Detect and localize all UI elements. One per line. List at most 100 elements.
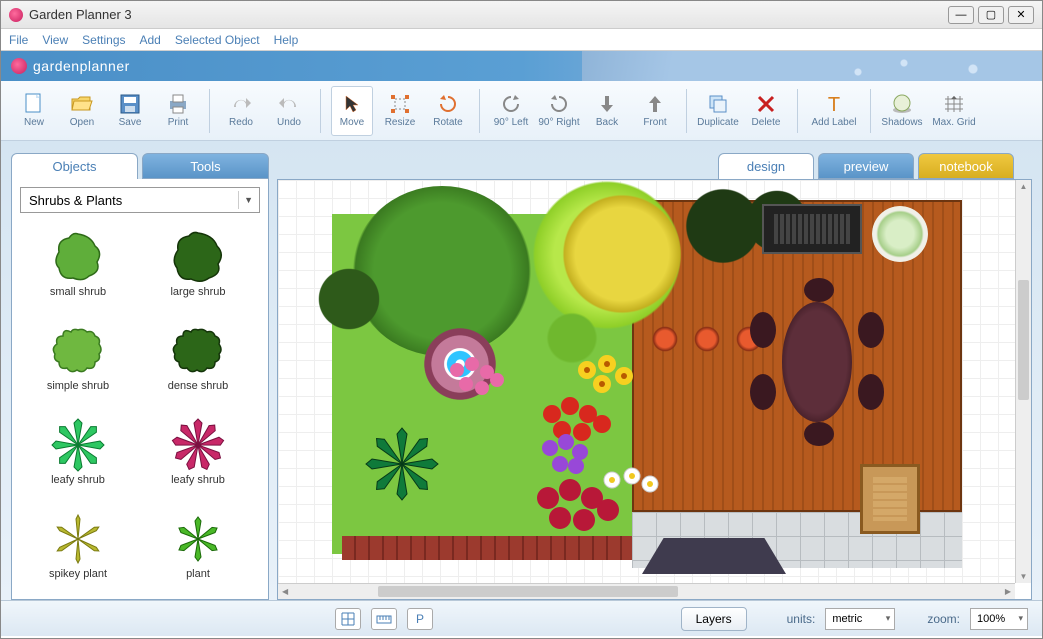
menu-file[interactable]: File bbox=[9, 33, 28, 47]
svg-text:T: T bbox=[828, 94, 840, 116]
units-label: units: bbox=[787, 612, 816, 626]
menu-selected-object[interactable]: Selected Object bbox=[175, 33, 260, 47]
purple-flowers[interactable] bbox=[536, 430, 596, 480]
yellow-bush[interactable] bbox=[562, 194, 682, 314]
brand-icon bbox=[11, 58, 27, 74]
chair-1[interactable] bbox=[750, 312, 776, 348]
ruler-toggle-icon[interactable] bbox=[371, 608, 397, 630]
palette-item-leafy-shrub-magenta[interactable]: leafy shrub bbox=[140, 407, 256, 497]
duplicate-button[interactable]: Duplicate bbox=[697, 86, 739, 136]
chair-6[interactable] bbox=[804, 422, 834, 446]
open-button[interactable]: Open bbox=[61, 86, 103, 136]
minimize-button[interactable]: — bbox=[948, 6, 974, 24]
garden-bench[interactable] bbox=[860, 464, 920, 534]
leafy-magenta-icon bbox=[171, 418, 225, 472]
save-icon bbox=[119, 93, 141, 115]
yellow-flowers[interactable] bbox=[572, 350, 642, 400]
tab-preview[interactable]: preview bbox=[818, 153, 914, 179]
status-bar: P Layers units: metric zoom: 100% bbox=[1, 600, 1042, 636]
window-title: Garden Planner 3 bbox=[29, 7, 948, 22]
tab-notebook[interactable]: notebook bbox=[918, 153, 1014, 179]
palette-item-large-shrub[interactable]: large shrub bbox=[140, 219, 256, 309]
units-select[interactable]: metric bbox=[825, 608, 895, 630]
resize-button[interactable]: Resize bbox=[379, 86, 421, 136]
object-palette[interactable]: small shrub large shrub simple shrub den… bbox=[20, 219, 260, 591]
chair-3[interactable] bbox=[858, 312, 884, 348]
menu-view[interactable]: View bbox=[42, 33, 68, 47]
redo-button[interactable]: Redo bbox=[220, 86, 262, 136]
tab-design[interactable]: design bbox=[718, 153, 814, 179]
pink-flowers[interactable] bbox=[442, 350, 512, 410]
flower-pot-2[interactable] bbox=[692, 324, 722, 354]
chair-2[interactable] bbox=[750, 374, 776, 410]
succulent-pot[interactable] bbox=[872, 206, 928, 262]
palette-item-small-shrub[interactable]: small shrub bbox=[20, 219, 136, 309]
palette-item-spikey-plant[interactable]: spikey plant bbox=[20, 501, 136, 591]
add-label-button[interactable]: TAdd Label bbox=[808, 86, 860, 136]
brand-bar: gardenplanner bbox=[1, 51, 1042, 81]
max-grid-button[interactable]: Max. Grid bbox=[929, 86, 979, 136]
grid-toggle-icon[interactable] bbox=[335, 608, 361, 630]
toolbar: New Open Save Print Redo Undo Move Resiz… bbox=[1, 81, 1042, 141]
garden-plan bbox=[292, 194, 982, 574]
zoom-select[interactable]: 100% bbox=[970, 608, 1028, 630]
save-button[interactable]: Save bbox=[109, 86, 151, 136]
star-green-icon bbox=[171, 512, 225, 566]
chair-4[interactable] bbox=[858, 374, 884, 410]
new-button[interactable]: New bbox=[13, 86, 55, 136]
crimson-flowers[interactable] bbox=[530, 474, 630, 544]
category-dropdown[interactable]: Shrubs & Plants bbox=[20, 187, 260, 213]
send-back-icon bbox=[596, 93, 618, 115]
rotate-icon bbox=[437, 93, 459, 115]
properties-p-icon[interactable]: P bbox=[407, 608, 433, 630]
delete-button[interactable]: Delete bbox=[745, 86, 787, 136]
rotate-right-button[interactable]: 90° Right bbox=[538, 86, 580, 136]
rotate-left-button[interactable]: 90° Left bbox=[490, 86, 532, 136]
maximize-button[interactable]: ▢ bbox=[978, 6, 1004, 24]
blossom-banner-image bbox=[582, 51, 1042, 81]
tab-tools[interactable]: Tools bbox=[142, 153, 269, 179]
menu-add[interactable]: Add bbox=[140, 33, 161, 47]
move-cursor-icon bbox=[341, 93, 363, 115]
rotate-left-icon bbox=[500, 93, 522, 115]
chair-5[interactable] bbox=[804, 278, 834, 302]
barbecue-grill[interactable] bbox=[762, 204, 862, 254]
grid-icon bbox=[943, 93, 965, 115]
print-button[interactable]: Print bbox=[157, 86, 199, 136]
delete-x-icon bbox=[755, 93, 777, 115]
text-t-icon: T bbox=[823, 93, 845, 115]
open-folder-icon bbox=[71, 93, 93, 115]
tab-objects[interactable]: Objects bbox=[11, 153, 138, 179]
app-icon bbox=[9, 8, 23, 22]
palette-item-dense-shrub[interactable]: dense shrub bbox=[140, 313, 256, 403]
brand-text: gardenplanner bbox=[33, 58, 130, 74]
resize-icon bbox=[389, 93, 411, 115]
large-shrub-icon bbox=[171, 230, 225, 284]
move-button[interactable]: Move bbox=[331, 86, 373, 136]
shed-roof[interactable] bbox=[642, 538, 786, 574]
fern-plant[interactable] bbox=[362, 424, 442, 504]
send-back-button[interactable]: Back bbox=[586, 86, 628, 136]
design-canvas[interactable] bbox=[278, 180, 1015, 583]
palette-item-plant[interactable]: plant bbox=[140, 501, 256, 591]
dining-table[interactable] bbox=[782, 302, 852, 422]
menu-settings[interactable]: Settings bbox=[82, 33, 125, 47]
rotate-button[interactable]: Rotate bbox=[427, 86, 469, 136]
vertical-scrollbar[interactable] bbox=[1015, 180, 1031, 583]
shadows-button[interactable]: Shadows bbox=[881, 86, 923, 136]
dark-bush-left[interactable] bbox=[314, 264, 384, 334]
menu-help[interactable]: Help bbox=[274, 33, 299, 47]
small-shrub-icon bbox=[51, 230, 105, 284]
palette-item-leafy-shrub-green[interactable]: leafy shrub bbox=[20, 407, 136, 497]
close-button[interactable]: ✕ bbox=[1008, 6, 1034, 24]
flower-pot-1[interactable] bbox=[650, 324, 680, 354]
simple-shrub-icon bbox=[51, 324, 105, 378]
horizontal-scrollbar[interactable] bbox=[278, 583, 1015, 599]
bring-front-button[interactable]: Front bbox=[634, 86, 676, 136]
palette-item-simple-shrub[interactable]: simple shrub bbox=[20, 313, 136, 403]
layers-button[interactable]: Layers bbox=[681, 607, 747, 631]
menu-bar: File View Settings Add Selected Object H… bbox=[1, 29, 1042, 51]
left-panel: Objects Tools Shrubs & Plants small shru… bbox=[11, 153, 269, 600]
redo-icon bbox=[230, 93, 252, 115]
undo-button[interactable]: Undo bbox=[268, 86, 310, 136]
